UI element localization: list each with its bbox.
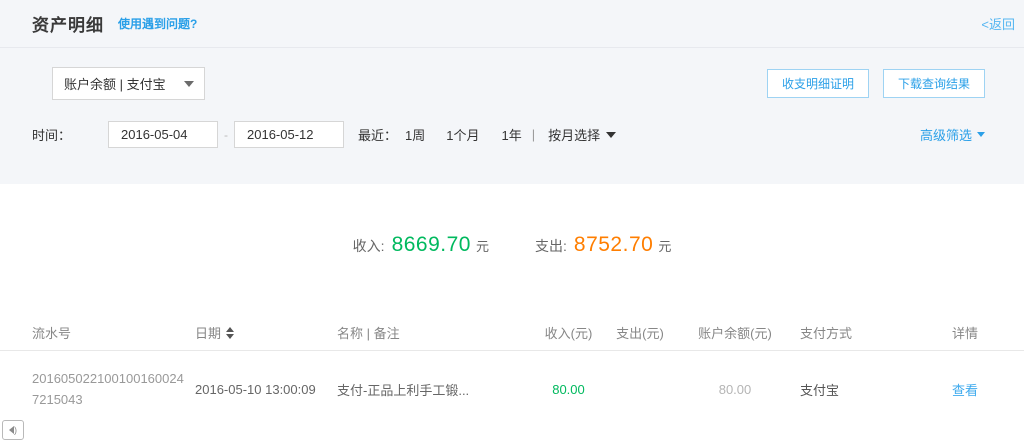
proof-button[interactable]: 收支明细证明 xyxy=(767,69,869,98)
cell-income: 80.00 xyxy=(537,382,600,397)
title-row: 资产明细 使用遇到问题? <返回 xyxy=(0,0,1024,48)
chevron-down-icon xyxy=(977,132,985,137)
chevron-down-icon xyxy=(606,132,616,138)
filter-row: 时间： - 最近： 1周 1个月 1年 | 按月选择 高级筛选 xyxy=(0,121,1024,148)
download-button[interactable]: 下载查询结果 xyxy=(883,69,985,98)
expense-label: 支出: xyxy=(535,236,567,256)
speaker-widget-button[interactable]: ) xyxy=(2,420,24,440)
header-balance: 账户余额(元) xyxy=(680,323,790,342)
month-select-dropdown[interactable]: 按月选择 xyxy=(548,125,616,144)
back-link[interactable]: <返回 xyxy=(981,14,1015,33)
time-label: 时间： xyxy=(32,125,71,144)
header-date: 日期 xyxy=(195,323,337,342)
header-date-label: 日期 xyxy=(195,323,221,342)
filter-pipe-divider: | xyxy=(532,127,535,142)
expense-value: 8752.70 xyxy=(574,233,653,257)
summary-row: 收入: 8669.70 元 支出: 8752.70 元 xyxy=(0,184,1024,257)
cell-method: 支付宝 xyxy=(790,380,952,399)
range-1year-link[interactable]: 1年 xyxy=(502,125,522,144)
chevron-down-icon xyxy=(184,81,194,87)
date-from-input[interactable] xyxy=(108,121,218,148)
cell-balance: 80.00 xyxy=(680,382,790,397)
date-separator: - xyxy=(224,128,228,142)
income-value: 8669.70 xyxy=(392,233,471,257)
expense-unit: 元 xyxy=(658,236,671,255)
range-1month-link[interactable]: 1个月 xyxy=(446,125,479,144)
income-label: 收入: xyxy=(353,236,385,256)
view-detail-link[interactable]: 查看 xyxy=(952,383,978,398)
cell-serial: 2016050221001001600247215043 xyxy=(32,368,195,410)
header-method: 支付方式 xyxy=(790,323,952,342)
top-section: 资产明细 使用遇到问题? <返回 账户余额 | 支付宝 收支明细证明 下载查询结… xyxy=(0,0,1024,184)
table-row: 2016050221001001600247215043 2016-05-10 … xyxy=(0,351,1024,427)
help-link[interactable]: 使用遇到问题? xyxy=(118,15,197,32)
header-income: 收入(元) xyxy=(537,323,600,342)
range-1week-link[interactable]: 1周 xyxy=(405,125,425,144)
account-select[interactable]: 账户余额 | 支付宝 xyxy=(52,67,205,100)
page-title: 资产明细 xyxy=(32,11,104,36)
transactions-table: 流水号 日期 名称 | 备注 收入(元) 支出(元) 账户余额(元) 支付方式 … xyxy=(0,315,1024,427)
account-row: 账户余额 | 支付宝 收支明细证明 下载查询结果 xyxy=(0,67,1024,100)
header-expense: 支出(元) xyxy=(600,323,680,342)
header-serial: 流水号 xyxy=(32,323,195,342)
sort-updown-icon[interactable] xyxy=(226,327,234,339)
month-select-label: 按月选择 xyxy=(548,125,600,144)
date-to-input[interactable] xyxy=(234,121,344,148)
advanced-filter-toggle[interactable]: 高级筛选 xyxy=(920,125,985,144)
cell-name: 支付-正品上利手工锻... xyxy=(337,380,537,399)
cell-date: 2016-05-10 13:00:09 xyxy=(195,382,337,397)
account-select-value: 账户余额 | 支付宝 xyxy=(64,74,184,93)
income-unit: 元 xyxy=(476,236,489,255)
header-name: 名称 | 备注 xyxy=(337,323,537,342)
cell-detail: 查看 xyxy=(952,380,1010,399)
recent-label: 最近： xyxy=(358,125,397,144)
toolbar-buttons: 收支明细证明 下载查询结果 xyxy=(767,69,985,98)
asset-detail-page: 资产明细 使用遇到问题? <返回 账户余额 | 支付宝 收支明细证明 下载查询结… xyxy=(0,0,1024,434)
table-header-row: 流水号 日期 名称 | 备注 收入(元) 支出(元) 账户余额(元) 支付方式 … xyxy=(0,315,1024,351)
header-detail: 详情 xyxy=(952,323,1010,342)
speaker-icon: ) xyxy=(9,426,17,435)
advanced-filter-label: 高级筛选 xyxy=(920,125,972,144)
